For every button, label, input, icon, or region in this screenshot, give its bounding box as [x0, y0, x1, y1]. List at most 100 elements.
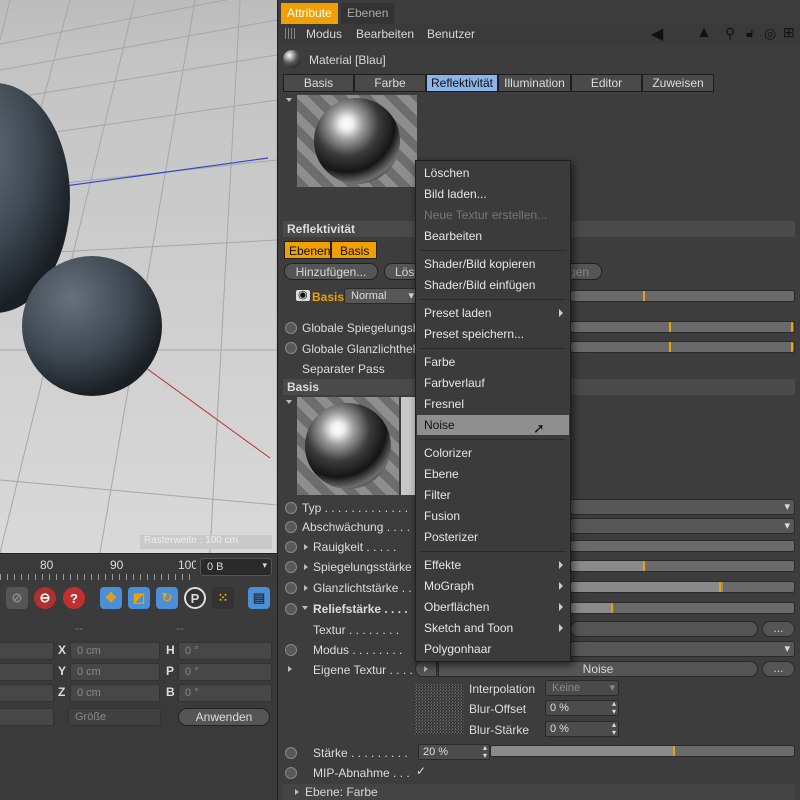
add-layer-button[interactable]: Hinzufügen... — [284, 263, 378, 280]
menu-item-noise[interactable]: Noise ➚ — [417, 415, 569, 436]
3d-viewport[interactable]: Rasterweite : 100 cm — [0, 0, 277, 553]
search-icon[interactable]: ⚲ — [725, 25, 735, 42]
roughness-radio[interactable] — [285, 541, 297, 553]
rot-b-value[interactable]: 0 ° — [178, 684, 272, 702]
rot-p-value[interactable]: 0 ° — [178, 663, 272, 681]
blur-strength-field[interactable]: 0 % ▴ ▾ — [545, 721, 619, 737]
point-level-icon[interactable]: ⁙ — [212, 587, 234, 609]
lock-icon[interactable]: 🔓︎ — [746, 25, 754, 41]
film-icon[interactable]: ▤ — [248, 587, 270, 609]
menu-item-fresnel[interactable]: Fresnel — [417, 394, 569, 414]
collapse-arrow-icon[interactable] — [286, 98, 292, 102]
gloss-strength-slider[interactable] — [570, 581, 795, 593]
texture-field[interactable] — [570, 621, 758, 637]
mip-radio[interactable] — [285, 767, 297, 779]
menu-item-bild-laden[interactable]: Bild laden... — [417, 184, 569, 204]
record-keys-icon[interactable]: ⊘ — [6, 587, 28, 609]
menu-benutzer[interactable]: Benutzer — [427, 27, 475, 41]
mode-dropdown[interactable]: ▾ — [570, 641, 795, 657]
layer-preview[interactable] — [297, 397, 399, 495]
timeline[interactable]: 80 90 100 0 B ▾ — [0, 553, 277, 581]
mode-radio[interactable] — [285, 644, 297, 656]
mip-checkbox[interactable]: ✓ — [416, 764, 426, 778]
spec-strength-slider[interactable] — [570, 560, 795, 572]
menu-item-shader-kopieren[interactable]: Shader/Bild kopieren — [417, 254, 569, 274]
blur-offset-field[interactable]: 0 % ▴ ▾ — [545, 700, 619, 716]
scale-key-icon[interactable]: ◩ — [128, 587, 150, 609]
menu-modus[interactable]: Modus — [306, 27, 342, 41]
stepper-icon[interactable]: ▴ ▾ — [483, 744, 487, 760]
subtab-farbe[interactable]: Farbe — [354, 74, 426, 92]
strength-field[interactable]: 20 % ▴ ▾ — [418, 744, 490, 760]
layer-tab-ebenen[interactable]: Ebenen — [284, 241, 331, 259]
tab-ebenen[interactable]: Ebenen — [341, 3, 395, 24]
subtab-editor[interactable]: Editor — [571, 74, 642, 92]
attenuation-dropdown[interactable]: ▾ — [570, 518, 795, 534]
frame-field[interactable]: 0 B ▾ — [200, 558, 272, 576]
target-icon[interactable]: ◎ — [764, 25, 776, 42]
menu-item-fusion[interactable]: Fusion — [417, 506, 569, 526]
menu-item-preset-laden[interactable]: Preset laden — [417, 303, 569, 323]
strength-radio[interactable] — [285, 747, 297, 759]
relief-radio[interactable] — [285, 603, 297, 615]
frame-dropdown-icon[interactable]: ▾ — [262, 560, 267, 571]
up-arrow-icon[interactable]: ▲ — [696, 24, 712, 42]
help-keyframe-icon[interactable]: ? — [63, 587, 85, 609]
collapse-arrow-icon[interactable] — [302, 606, 308, 610]
global-spec-radio[interactable] — [285, 322, 297, 334]
subtab-zuweisen[interactable]: Zuweisen — [642, 74, 714, 92]
expand-arrow-icon[interactable] — [304, 585, 308, 591]
autokey-icon[interactable]: ⊖ — [34, 587, 56, 609]
layer-opacity-slider[interactable] — [570, 290, 795, 302]
apply-button[interactable]: Anwenden — [178, 708, 270, 726]
menu-item-polygonhaar[interactable]: Polygonhaar — [417, 639, 569, 659]
menu-item-bearbeiten[interactable]: Bearbeiten — [417, 226, 569, 246]
typ-radio[interactable] — [285, 502, 297, 514]
menu-item-loeschen[interactable]: Löschen — [417, 163, 569, 183]
eye-icon[interactable]: ◉ — [296, 290, 310, 301]
subtab-reflektivitaet[interactable]: Reflektivität — [426, 74, 498, 92]
interpolation-dropdown[interactable]: Keine ▾ — [545, 680, 619, 696]
pos-y-value[interactable]: 0 cm — [70, 663, 160, 681]
menu-item-posterizer[interactable]: Posterizer — [417, 527, 569, 547]
menu-item-sketch-and-toon[interactable]: Sketch and Toon — [417, 618, 569, 638]
coord-mode-dropdown[interactable] — [0, 708, 54, 726]
stepper-icon[interactable]: ▴ ▾ — [612, 700, 616, 716]
strength-slider[interactable] — [490, 745, 795, 757]
global-gloss-slider[interactable] — [570, 341, 795, 353]
menu-item-mograph[interactable]: MoGraph — [417, 576, 569, 596]
menu-item-farbverlauf[interactable]: Farbverlauf — [417, 373, 569, 393]
spec-strength-radio[interactable] — [285, 561, 297, 573]
layer-mode-dropdown[interactable]: Normal ▾ — [344, 288, 418, 304]
menu-item-effekte[interactable]: Effekte — [417, 555, 569, 575]
roughness-slider[interactable] — [570, 540, 795, 552]
expand-arrow-icon[interactable] — [288, 666, 292, 672]
pos-z-field[interactable] — [0, 684, 54, 702]
texture-more-button[interactable]: ... — [762, 621, 795, 637]
own-texture-more-button[interactable]: ... — [762, 661, 795, 677]
menu-item-shader-einfuegen[interactable]: Shader/Bild einfügen — [417, 275, 569, 295]
subtab-illumination[interactable]: Illumination — [498, 74, 571, 92]
tab-attribute[interactable]: Attribute — [281, 3, 338, 24]
layer-footer[interactable]: Ebene: Farbe — [283, 784, 795, 800]
menu-bearbeiten[interactable]: Bearbeiten — [356, 27, 414, 41]
param-key-icon[interactable]: P — [184, 587, 206, 609]
menu-item-preset-speichern[interactable]: Preset speichern... — [417, 324, 569, 344]
own-texture-arrow-button[interactable] — [415, 661, 437, 677]
own-texture-field[interactable]: Noise — [438, 661, 758, 677]
pos-z-value[interactable]: 0 cm — [70, 684, 160, 702]
pos-x-field[interactable] — [0, 642, 54, 660]
back-arrow-icon[interactable]: ◀ — [651, 24, 663, 44]
size-dropdown[interactable]: Größe — [68, 708, 161, 726]
menu-item-ebene[interactable]: Ebene — [417, 464, 569, 484]
rotate-key-icon[interactable]: ↻ — [156, 587, 178, 609]
pos-x-value[interactable]: 0 cm — [70, 642, 160, 660]
gloss-strength-radio[interactable] — [285, 582, 297, 594]
menu-item-farbe[interactable]: Farbe — [417, 352, 569, 372]
relief-slider[interactable] — [570, 602, 795, 614]
rot-h-value[interactable]: 0 ° — [178, 642, 272, 660]
menu-item-oberflaechen[interactable]: Oberflächen — [417, 597, 569, 617]
expand-arrow-icon[interactable] — [304, 564, 308, 570]
menu-item-filter[interactable]: Filter — [417, 485, 569, 505]
typ-dropdown[interactable]: ▾ — [570, 499, 795, 515]
